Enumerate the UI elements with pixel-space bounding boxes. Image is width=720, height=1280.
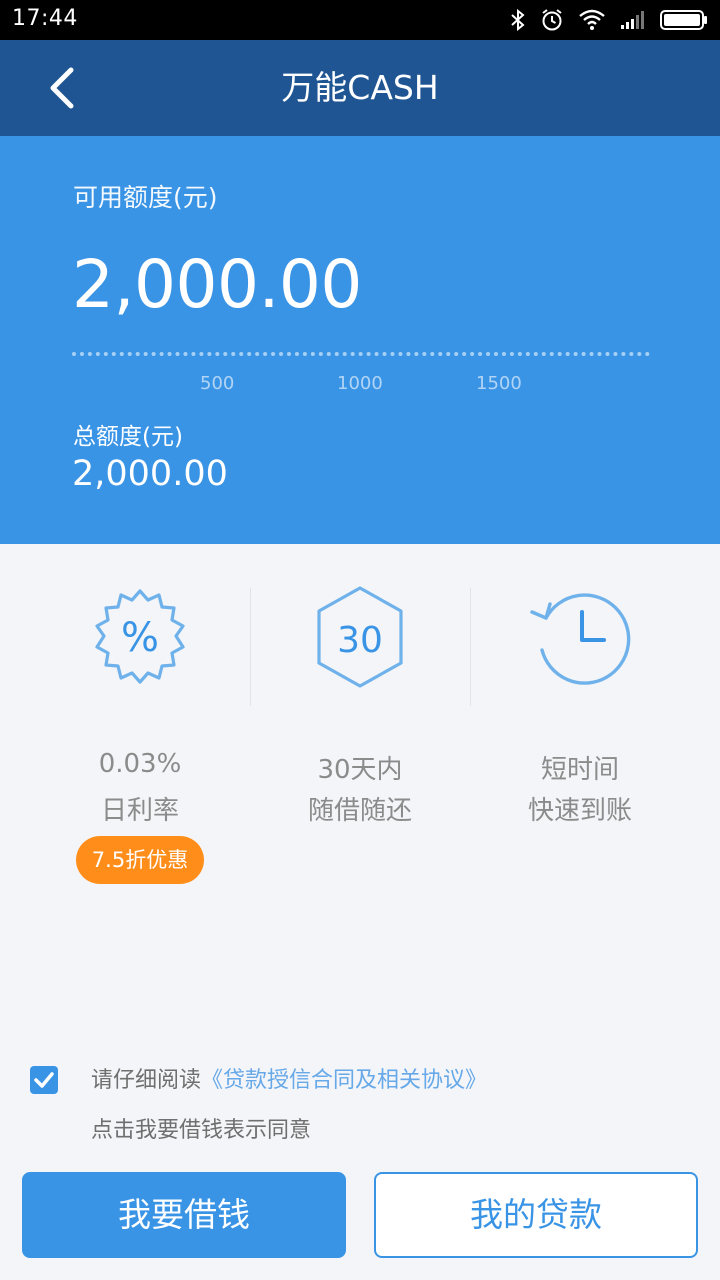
bluetooth-icon <box>511 8 525 32</box>
feature-divider <box>250 588 251 706</box>
svg-text:30: 30 <box>337 620 383 661</box>
slider-tick: 1500 <box>476 373 522 394</box>
credit-slider-track[interactable] <box>72 352 650 356</box>
feature-row: % 0.03% 日利率 30 30天内 随借随还 短时间 快速到账 7.5折优惠 <box>0 544 720 904</box>
agreement-checkbox[interactable] <box>30 1066 58 1094</box>
speed-label: 快速到账 <box>527 796 632 826</box>
status-icons <box>510 6 708 34</box>
slider-tick: 1000 <box>337 373 383 394</box>
chevron-left-icon <box>50 67 74 109</box>
interest-rate-label: 日利率 <box>100 796 179 826</box>
percent-badge-icon: % <box>95 589 185 684</box>
total-credit-label: 总额度(元) <box>73 424 183 450</box>
speed-value: 短时间 <box>540 755 619 785</box>
agreement-note: 点击我要借钱表示同意 <box>91 1118 312 1143</box>
hexagon-30-icon: 30 <box>317 586 403 688</box>
term-label: 随借随还 <box>307 796 412 826</box>
nav-bar: 万能CASH <box>0 40 720 136</box>
credit-panel: 可用额度(元) 2,000.00 500 1000 1500 总额度(元) 2,… <box>0 136 720 544</box>
checkmark-icon <box>34 1072 54 1088</box>
status-time: 17:44 <box>12 6 78 31</box>
agreement-section: 请仔细阅读《贷款授信合同及相关协议》 点击我要借钱表示同意 <box>0 1050 720 1150</box>
signal-icon <box>621 11 644 29</box>
agreement-text: 请仔细阅读《贷款授信合同及相关协议》 <box>91 1062 487 1094</box>
feature-divider <box>470 588 471 706</box>
status-bar: 17:44 <box>0 0 720 40</box>
page-title: 万能CASH <box>281 68 439 107</box>
discount-badge[interactable]: 7.5折优惠 <box>76 836 204 884</box>
alarm-icon <box>542 9 562 31</box>
wifi-icon <box>579 9 605 30</box>
battery-icon <box>660 10 707 30</box>
slider-ticks: 500 1000 1500 <box>0 373 720 397</box>
borrow-button[interactable]: 我要借钱 <box>22 1172 346 1258</box>
my-loans-button[interactable]: 我的贷款 <box>374 1172 698 1258</box>
agreement-link[interactable]: 《贷款授信合同及相关协议》 <box>201 1068 487 1093</box>
term-value: 30天内 <box>317 755 403 785</box>
back-button[interactable] <box>36 62 88 114</box>
agreement-prefix: 请仔细阅读 <box>91 1068 202 1093</box>
slider-tick: 500 <box>200 373 235 394</box>
total-credit-amount: 2,000.00 <box>72 454 228 494</box>
available-credit-label: 可用额度(元) <box>73 183 218 212</box>
available-credit-amount: 2,000.00 <box>72 246 362 323</box>
clock-history-icon <box>530 593 631 685</box>
interest-rate-value: 0.03% <box>98 749 182 779</box>
svg-text:%: % <box>121 615 159 661</box>
